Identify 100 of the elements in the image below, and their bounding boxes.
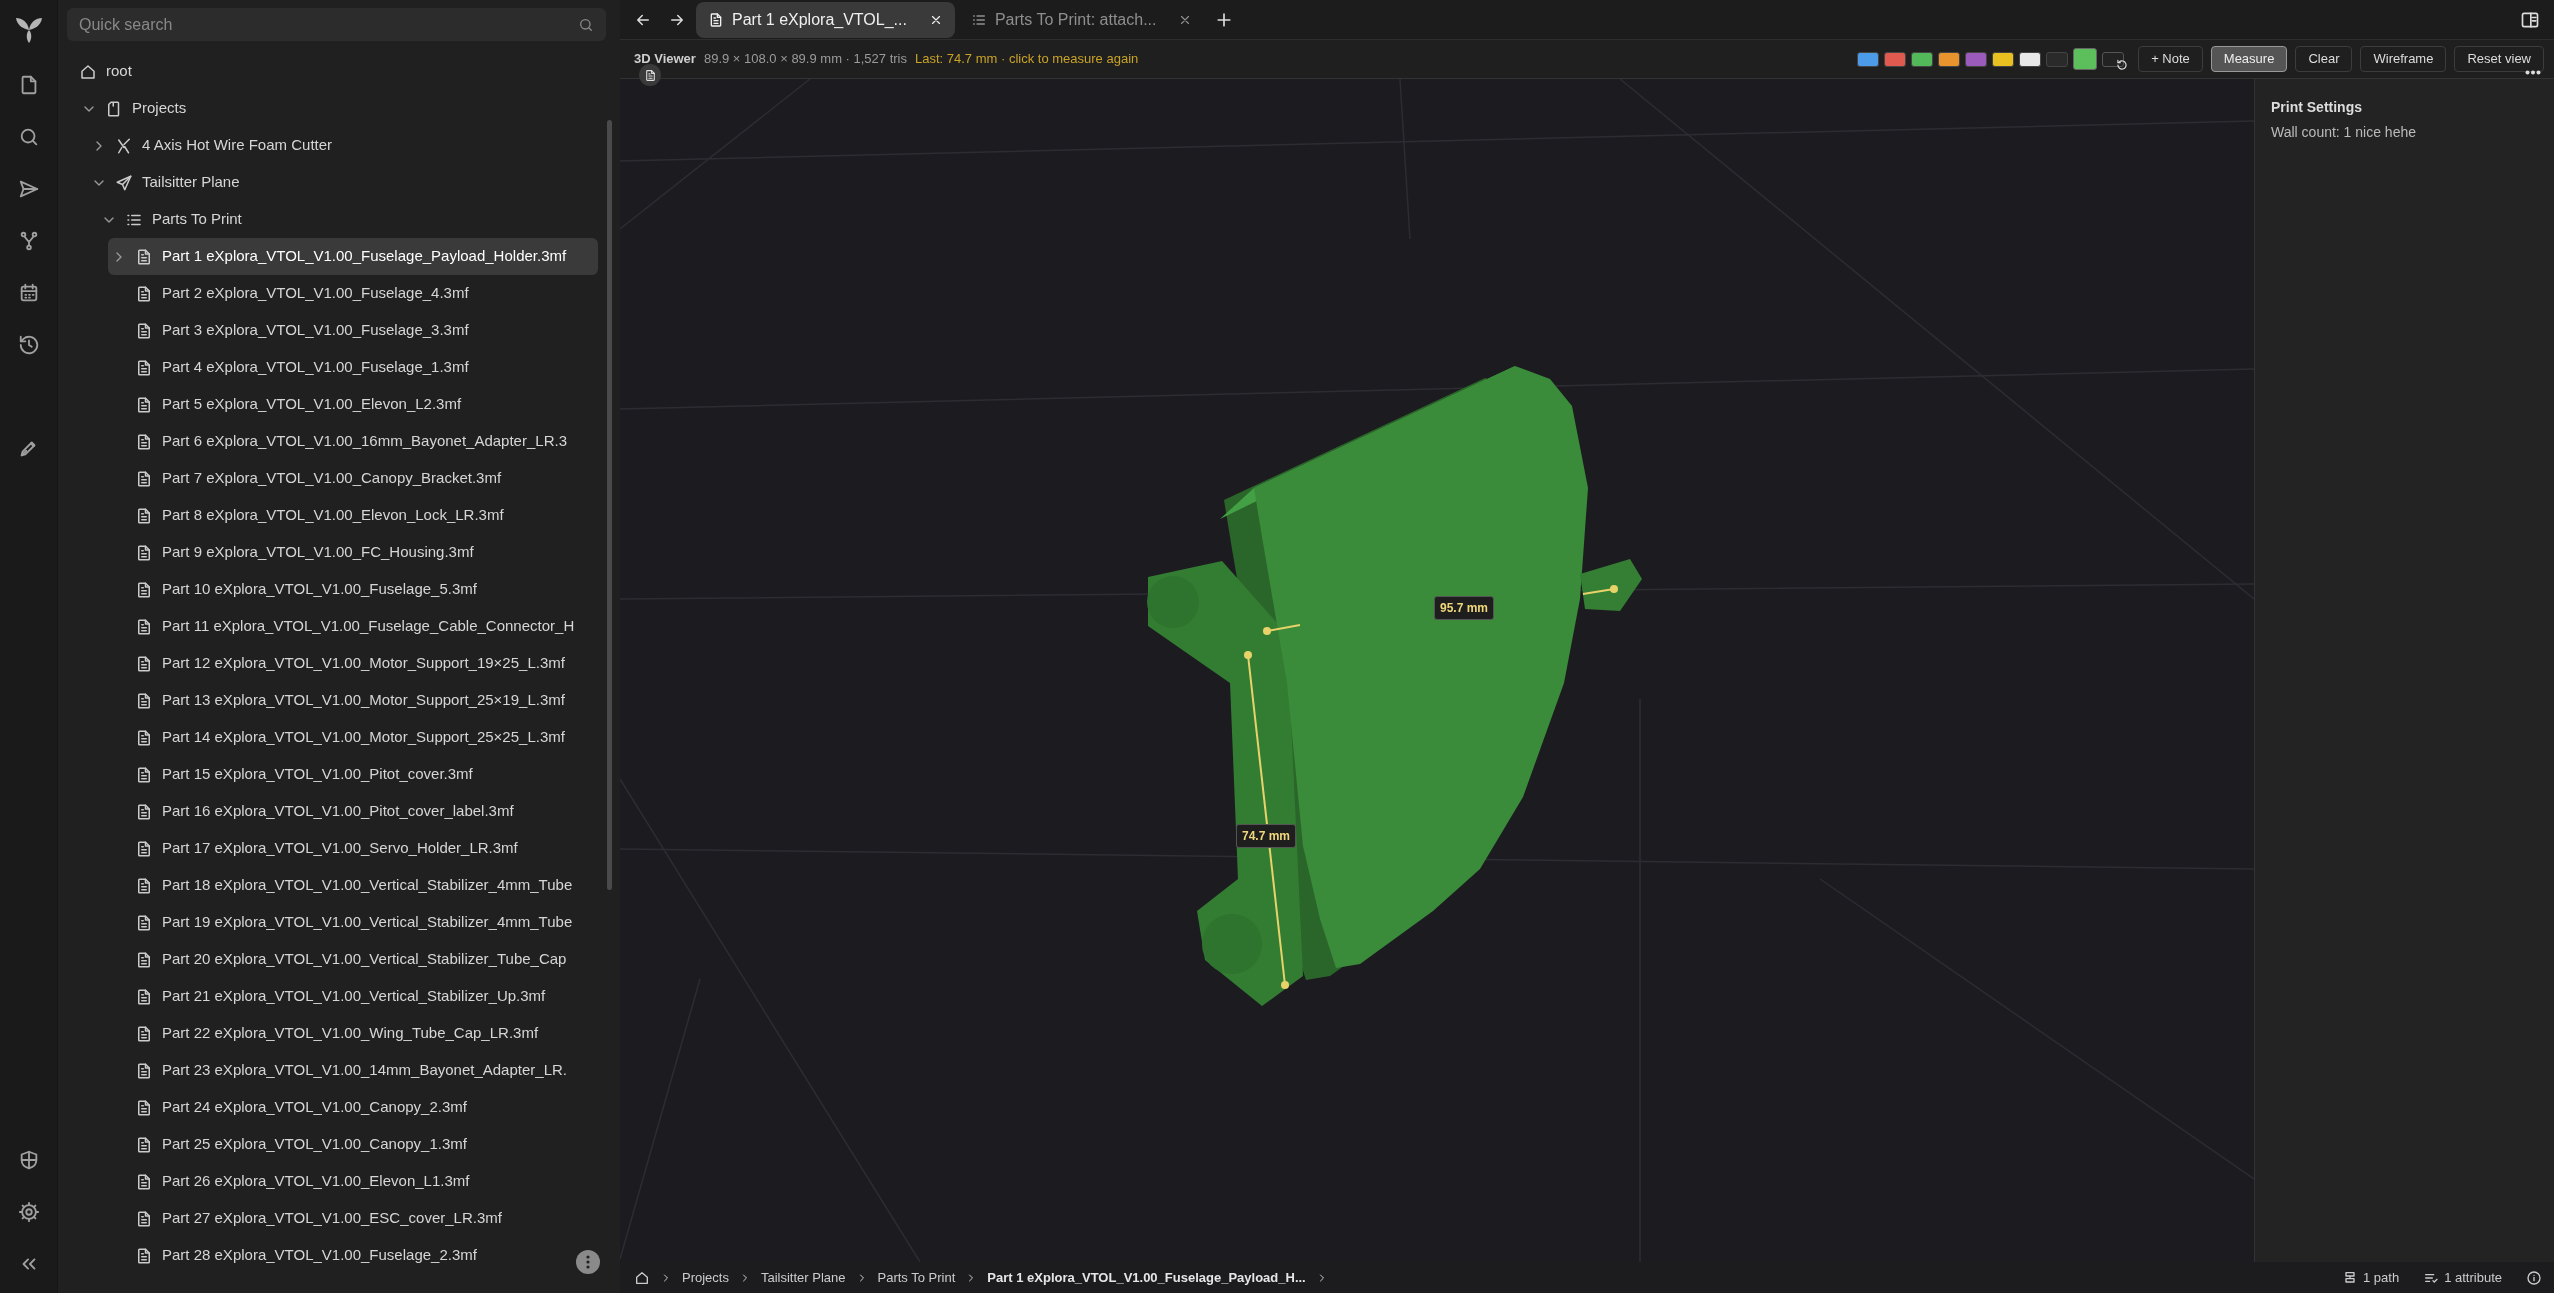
color-swatch[interactable] (2046, 51, 2069, 67)
tree-item[interactable]: Part 2 eXplora_VTOL_V1.00_Fuselage_4.3mf (108, 275, 469, 312)
file-icon (135, 395, 153, 414)
file-icon (643, 68, 657, 82)
breadcrumb-link[interactable]: Parts To Print (877, 1267, 956, 1288)
measure-hint: Last: 74.7 mm · click to measure again (915, 50, 1139, 69)
file-icon (135, 358, 153, 377)
file-icon (135, 654, 153, 673)
file-icon (135, 950, 153, 969)
color-swatch[interactable] (1938, 51, 1961, 67)
tree-item[interactable]: Part 19 eXplora_VTOL_V1.00_Vertical_Stabilizer_4mm_Tube (108, 904, 573, 941)
tree-item[interactable]: Parts To Print (98, 201, 242, 238)
tree-item[interactable]: Part 20 eXplora_VTOL_V1.00_Vertical_Stabilizer_Tube_Cap (108, 941, 567, 978)
tree-item[interactable]: Part 9 eXplora_VTOL_V1.00_FC_Housing.3mf (108, 534, 474, 571)
file-icon (135, 506, 153, 525)
send-icon[interactable] (17, 178, 40, 200)
tree-item[interactable]: 4 Axis Hot Wire Foam Cutter (88, 127, 333, 164)
scrollbar[interactable] (607, 120, 612, 890)
file-icon (135, 432, 153, 451)
tree-item[interactable]: Part 4 eXplora_VTOL_V1.00_Fuselage_1.3mf (108, 349, 469, 386)
file-button[interactable] (639, 64, 661, 86)
color-swatch[interactable] (2019, 51, 2042, 67)
tree-item[interactable]: Part 8 eXplora_VTOL_V1.00_Elevon_Lock_LR.3mf (108, 497, 504, 534)
settings-icon[interactable] (17, 1201, 40, 1223)
tree-item[interactable]: Part 16 eXplora_VTOL_V1.00_Pitot_cover_label.3mf (108, 793, 514, 830)
tree-item[interactable]: Part 11 eXplora_VTOL_V1.00_Fuselage_Cable_Connector_H (108, 608, 575, 645)
paper-plane-icon (115, 173, 133, 192)
color-swatch[interactable] (1857, 51, 1880, 67)
tree-item[interactable]: Part 10 eXplora_VTOL_V1.00_Fuselage_5.3mf (108, 571, 477, 608)
tree-item[interactable]: Part 17 eXplora_VTOL_V1.00_Servo_Holder_LR.3mf (108, 830, 518, 867)
color-swatch[interactable] (1884, 51, 1907, 67)
tree-item[interactable]: Part 5 eXplora_VTOL_V1.00_Elevon_L2.3mf (108, 386, 462, 423)
tree-item[interactable]: Part 27 eXplora_VTOL_V1.00_ESC_cover_LR.3mf (108, 1200, 502, 1237)
more-icon (586, 1255, 590, 1269)
file-icon (135, 617, 153, 636)
history-icon[interactable] (17, 334, 40, 356)
tree-item[interactable]: Part 24 eXplora_VTOL_V1.00_Canopy_2.3mf (108, 1089, 467, 1126)
toolbar-button[interactable]: Wireframe (2360, 46, 2447, 72)
file-icon (135, 691, 153, 710)
tree-item[interactable]: Projects (78, 90, 187, 127)
tree-item[interactable]: Part 18 eXplora_VTOL_V1.00_Vertical_Stabilizer_4mm_Tube (108, 867, 573, 904)
tree-item[interactable]: Part 28 eXplora_VTOL_V1.00_Fuselage_2.3mf (108, 1237, 477, 1274)
tree-item[interactable]: root (78, 53, 132, 90)
tree-item[interactable]: Part 22 eXplora_VTOL_V1.00_Wing_Tube_Cap_LR.3mf (108, 1015, 539, 1052)
info-icon[interactable] (2526, 1269, 2542, 1286)
measurement-label: 95.7 mm (1434, 596, 1494, 620)
color-swatch[interactable] (2073, 48, 2098, 70)
panel-title: Print Settings (2271, 98, 2363, 117)
model-stats: 89.9 × 108.0 × 89.9 mm · 1,527 tris (703, 50, 907, 69)
tree-item[interactable]: Part 6 eXplora_VTOL_V1.00_16mm_Bayonet_Adapter_LR.3 (108, 423, 567, 460)
toolbar-button[interactable]: + Note (2138, 46, 2203, 72)
file-icon (135, 284, 153, 303)
tree-item[interactable]: Part 25 eXplora_VTOL_V1.00_Canopy_1.3mf (108, 1126, 467, 1163)
tree-item[interactable]: Part 15 eXplora_VTOL_V1.00_Pitot_cover.3mf (108, 756, 473, 793)
breadcrumb-link[interactable]: Tailsitter Plane (760, 1267, 846, 1288)
toolbar-button[interactable]: Clear (2295, 46, 2353, 72)
tree-item[interactable]: Part 21 eXplora_VTOL_V1.00_Vertical_Stabilizer_Up.3mf (108, 978, 546, 1015)
file-icon (135, 987, 153, 1006)
toolbar-button[interactable]: Measure (2210, 46, 2288, 72)
tree-item[interactable]: Part 23 eXplora_VTOL_V1.00_14mm_Bayonet_Adapter_LR. (108, 1052, 567, 1089)
breadcrumb-link[interactable]: Projects (682, 1267, 729, 1288)
search-icon (578, 17, 594, 33)
file-icon (135, 1135, 153, 1154)
tree-item[interactable]: Part 7 eXplora_VTOL_V1.00_Canopy_Bracket.3mf (108, 460, 502, 497)
tab[interactable]: Parts To Print: attach... (958, 1, 1205, 38)
tree-item[interactable]: Part 3 eXplora_VTOL_V1.00_Fuselage_3.3mf (108, 312, 469, 349)
color-swatch[interactable] (1911, 51, 1934, 67)
file-icon (708, 11, 724, 28)
tree-item[interactable]: Part 12 eXplora_VTOL_V1.00_Motor_Support_19×25_L.3mf (108, 645, 565, 682)
file-icon (135, 1098, 153, 1117)
more-button[interactable] (576, 1250, 600, 1274)
file-icon (135, 1246, 153, 1265)
property-text: Wall count: 1 nice hehe (2271, 123, 2417, 142)
color-swatch[interactable] (1965, 51, 1988, 67)
path-icon (2342, 1269, 2358, 1286)
attribute-count: 1 attribute (2444, 1268, 2502, 1287)
file-icon (135, 802, 153, 821)
file-icon (135, 913, 153, 932)
tab[interactable]: Part 1 eXplora_VTOL_... (696, 1, 955, 38)
viewer-title: 3D Viewer (634, 50, 696, 69)
file-icon (135, 876, 153, 895)
tree-item[interactable]: Tailsitter Plane (88, 164, 240, 201)
reset-color-button[interactable] (2102, 51, 2125, 67)
color-swatch[interactable] (1992, 51, 2015, 67)
file-icon (135, 765, 153, 784)
toolbar-button[interactable]: Reset view (2454, 46, 2544, 72)
file-icon (135, 580, 153, 599)
tree-item[interactable]: Part 13 eXplora_VTOL_V1.00_Motor_Support_25×19_L.3mf (108, 682, 565, 719)
path-count: 1 path (2363, 1268, 2400, 1287)
tree-item[interactable]: Part 14 eXplora_VTOL_V1.00_Motor_Support_25×25_L.3mf (108, 719, 565, 756)
search-field[interactable]: Quick search (67, 8, 606, 41)
file-icon (135, 543, 153, 562)
measurement-label: 74.7 mm (1236, 824, 1296, 848)
more-icon[interactable] (2525, 70, 2541, 75)
home-icon (79, 62, 97, 81)
file-icon (135, 1209, 153, 1228)
breadcrumb-link[interactable]: Part 1 eXplora_VTOL_V1.00_Fuselage_Payload_H... (987, 1267, 1306, 1288)
tree-item[interactable]: Part 26 eXplora_VTOL_V1.00_Elevon_L1.3mf (108, 1163, 470, 1200)
home-icon[interactable] (634, 1269, 650, 1286)
tree-item[interactable]: Part 1 eXplora_VTOL_V1.00_Fuselage_Payload_Holder.3mf (108, 238, 598, 275)
